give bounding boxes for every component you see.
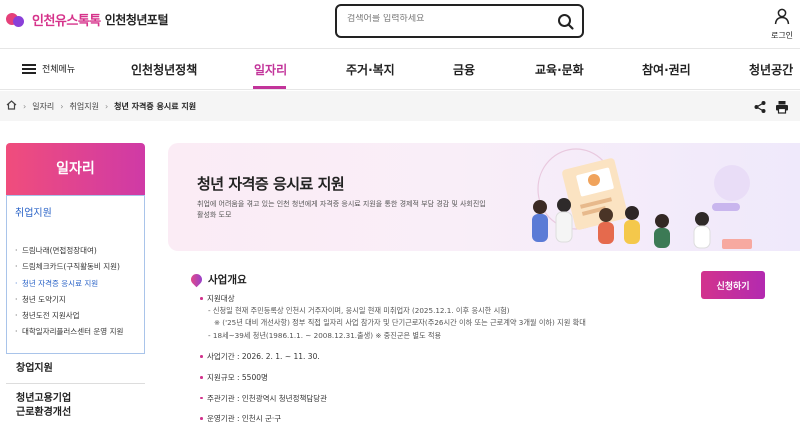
sidebar-item-certificate-fee[interactable]: 청년 자격증 응시료 지원 [15,278,136,290]
chevron-right-icon: › [104,101,109,111]
period-item: 사업기간 : 2026. 2. 1. ~ 11. 30. [200,351,680,363]
sidebar-item-dream-check-card[interactable]: 드림체크카드(구직활동비 지원) [15,261,136,273]
all-menu-label: 전체메뉴 [42,65,76,75]
user-icon [774,8,790,29]
target-line: - 18세~39세 청년(1986.1.1. ~ 2008.12.31.출생) … [208,330,442,340]
chevron-right-icon: › [23,101,27,111]
nav-item-education[interactable]: 교육·문화 [535,61,584,78]
nav-item-policy[interactable]: 인천청년정책 [131,61,197,78]
sidebar-title: 일자리 [6,143,145,195]
search-box [335,4,584,38]
search-icon[interactable] [556,12,576,32]
sidebar-list: 드림나래(면접정장대여) 드림체크카드(구직활동비 지원) 청년 자격증 응시료… [15,245,136,338]
apply-button[interactable]: 신청하기 [701,271,765,299]
breadcrumb-item-employment[interactable]: 취업지원 [70,101,99,112]
sidebar-item-work-environment[interactable]: 청년고용기업 근로환경개선 [6,384,92,427]
nav-item-housing[interactable]: 주거·복지 [346,61,395,78]
nav-item-space[interactable]: 청년공간 [749,61,793,78]
target-label: 지원대상 [200,293,680,305]
site-logo[interactable]: 인천유스톡톡 인천청년포털 [6,10,169,29]
site-header: 인천유스톡톡 인천청년포털 로그인 [0,0,800,48]
logo-text: 인천유스톡톡 [32,14,101,29]
overview-details: 지원대상 - 신청일 현재 주민등록상 인천시 거주자이며, 응시일 현재 미취… [200,293,680,425]
target-line: - 신청일 현재 주민등록상 인천시 거주자이며, 응시일 현재 미취업자 (2… [208,305,510,315]
nav-active-indicator [253,86,286,89]
sidebar-item-dream-narae[interactable]: 드림나래(면접정장대여) [15,245,136,257]
page-description: 취업에 어려움을 겪고 있는 인천 청년에게 자격증 응시료 지원을 통한 경제… [197,200,486,220]
nav-item-participation[interactable]: 참여·권리 [642,61,691,78]
sidebar-item-challenge[interactable]: 청년도전 지원사업 [15,310,136,322]
home-icon[interactable] [6,100,17,112]
login-label: 로그인 [770,31,794,40]
sidebar-item-university-center[interactable]: 대학일자리플러스센터 운영 지원 [15,326,136,338]
nav-item-jobs[interactable]: 일자리 [254,61,287,78]
page-banner: 청년 자격증 응시료 지원 취업에 어려움을 겪고 있는 인천 청년에게 자격증… [168,143,800,251]
target-line: ※ ('25년 대비 개선사항) 정부 직접 일자리 사업 참가자 및 단기근로… [214,318,586,328]
hamburger-icon [22,63,36,74]
page-title: 청년 자격증 응시료 지원 [197,175,345,193]
sidebar-submenu: 취업지원 드림나래(면접정장대여) 드림체크카드(구직활동비 지원) 청년 자격… [6,195,145,354]
banner-illustration [532,148,752,249]
print-icon[interactable] [775,99,789,114]
breadcrumb-item-jobs[interactable]: 일자리 [32,101,54,112]
overview-title: 사업개요 [208,274,247,286]
main-nav: 전체메뉴 인천청년정책 일자리 주거·복지 금융 교육·문화 참여·권리 청년공… [0,48,800,90]
nav-item-finance[interactable]: 금융 [453,61,475,78]
breadcrumb: › 일자리 › 취업지원 › 청년 자격증 응시료 지원 [6,100,196,112]
login-button[interactable]: 로그인 [768,8,796,41]
host-item: 주관기관 : 인천광역시 청년정책담당관 [200,393,680,405]
search-input[interactable] [347,14,547,24]
main-content: 청년 자격증 응시료 지원 취업에 어려움을 겪고 있는 인천 청년에게 자격증… [168,143,800,430]
portal-name: 인천청년포털 [104,13,169,27]
overview-heading: 사업개요 [188,271,247,288]
all-menu-button[interactable]: 전체메뉴 [22,62,75,75]
sidebar-item-leap-base[interactable]: 청년 도약기지 [15,294,136,306]
sidebar-sub-title[interactable]: 취업지원 [15,204,136,245]
sidebar: 일자리 취업지원 드림나래(면접정장대여) 드림체크카드(구직활동비 지원) 청… [6,143,145,427]
chevron-right-icon: › [60,101,64,111]
breadcrumb-item-current: 청년 자격증 응시료 지원 [114,101,197,111]
share-icon[interactable] [753,99,767,113]
logo-mark-icon [6,11,26,29]
section-marker-icon [188,271,205,288]
operator-item: 운영기관 : 인천시 군·구 [200,413,680,425]
scale-item: 지원규모 : 5500명 [200,372,680,384]
sidebar-item-startup[interactable]: 창업지원 [6,354,145,384]
breadcrumb-bar: › 일자리 › 취업지원 › 청년 자격증 응시료 지원 [0,91,800,121]
